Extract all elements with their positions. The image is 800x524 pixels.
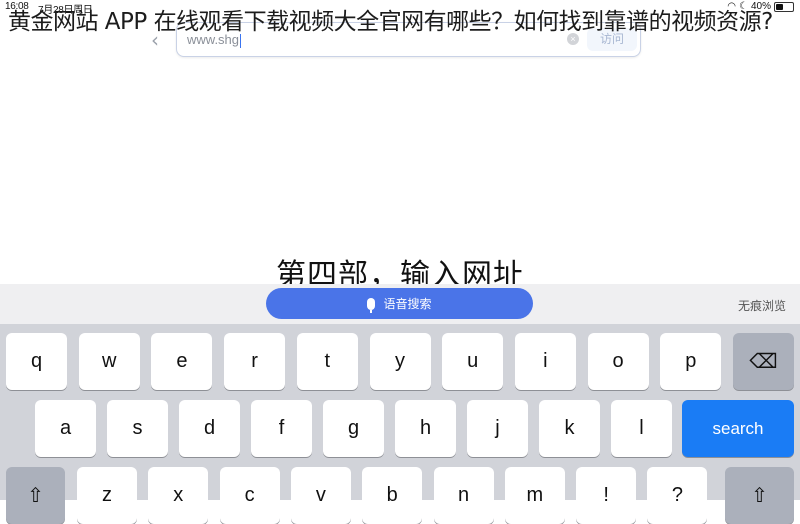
key-exclamation[interactable]: ! xyxy=(576,467,637,524)
voice-search-button[interactable]: 语音搜索 xyxy=(266,288,533,319)
key-f[interactable]: f xyxy=(251,400,312,457)
key-p[interactable]: p xyxy=(660,333,722,390)
key-v[interactable]: v xyxy=(290,467,351,524)
key-e[interactable]: e xyxy=(151,333,213,390)
key-w[interactable]: w xyxy=(78,333,140,390)
key-q[interactable]: q xyxy=(6,333,67,390)
key-g[interactable]: g xyxy=(323,400,384,457)
key-n[interactable]: n xyxy=(433,467,494,524)
key-r[interactable]: r xyxy=(224,333,286,390)
voice-search-label: 语音搜索 xyxy=(383,297,432,311)
key-c[interactable]: c xyxy=(219,467,280,524)
key-a[interactable]: a xyxy=(35,400,96,457)
key-question[interactable]: ? xyxy=(647,467,708,524)
backspace-key[interactable]: ⌫ xyxy=(733,333,794,390)
key-y[interactable]: y xyxy=(369,333,431,390)
overlay-title: 黄金网站 APP 在线观看下载视频大全官网有哪些？如何找到靠谱的视频资源? xyxy=(8,9,773,35)
key-t[interactable]: t xyxy=(296,333,358,390)
key-x[interactable]: x xyxy=(148,467,209,524)
keyboard: q w e r t y u i o p ⌫ a s d f g h j k l search ⇧ z x c v b n m!? ⇧ xyxy=(0,324,800,524)
shift-key-right[interactable]: ⇧ xyxy=(725,467,794,524)
incognito-button[interactable]: 无痕浏览 xyxy=(738,297,786,314)
shift-key-left[interactable]: ⇧ xyxy=(6,467,65,524)
key-d[interactable]: d xyxy=(179,400,240,457)
key-k[interactable]: k xyxy=(539,400,600,457)
microphone-icon xyxy=(367,297,376,313)
key-o[interactable]: o xyxy=(587,333,649,390)
key-b[interactable]: b xyxy=(362,467,423,524)
search-key[interactable]: search xyxy=(682,400,794,457)
key-m[interactable]: m xyxy=(504,467,565,524)
key-z[interactable]: z xyxy=(77,467,137,524)
key-h[interactable]: h xyxy=(395,400,456,457)
key-l[interactable]: l xyxy=(611,400,672,457)
key-u[interactable]: u xyxy=(442,333,504,390)
keyboard-accessory-bar: 语音搜索 无痕浏览 xyxy=(0,284,800,324)
key-j[interactable]: j xyxy=(467,400,528,457)
key-s[interactable]: s xyxy=(107,400,168,457)
key-i[interactable]: i xyxy=(514,333,576,390)
